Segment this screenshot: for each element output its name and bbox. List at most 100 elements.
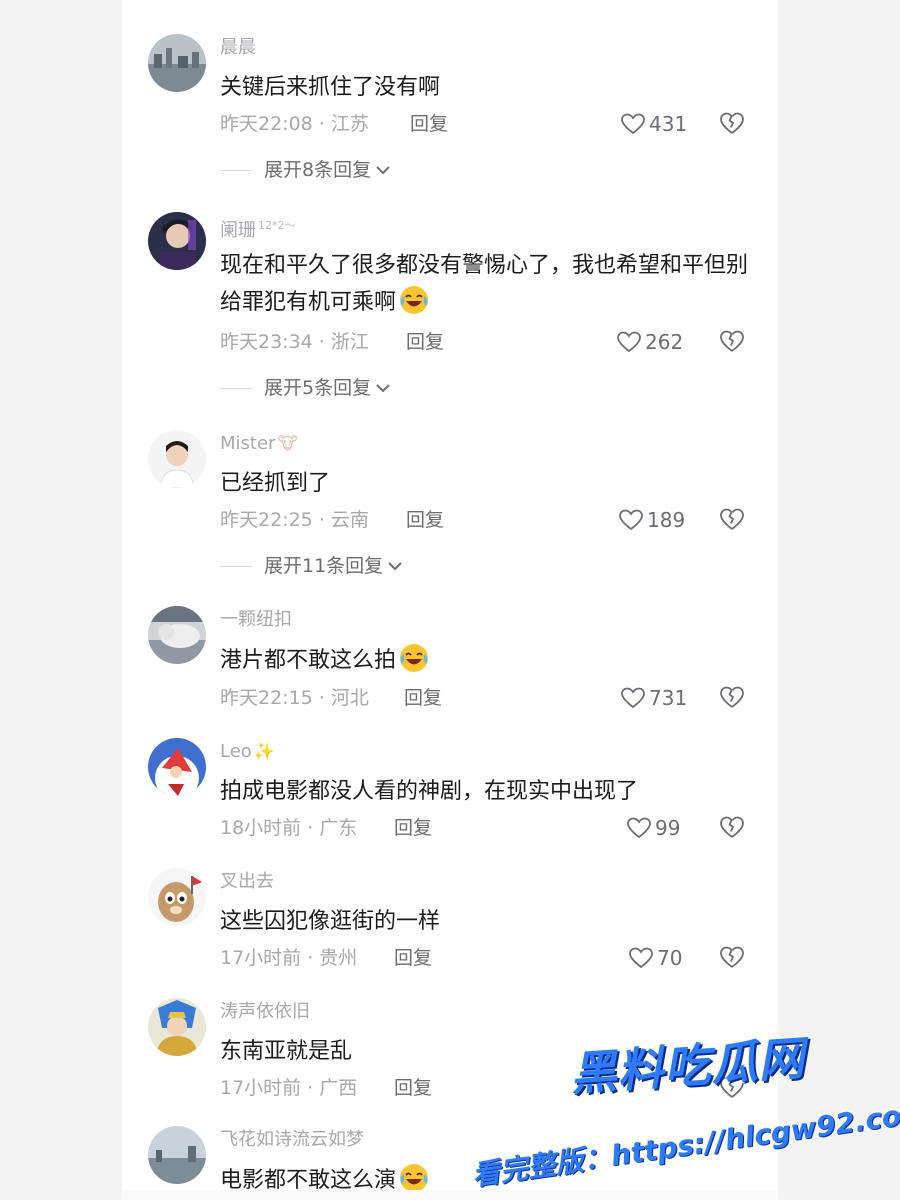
location: 云南 [330,509,369,531]
username[interactable]: Leo ✨ [220,738,275,766]
avatar[interactable] [148,606,206,664]
reply-button[interactable]: 回复 [406,506,444,534]
username[interactable]: 阑珊 12*2～ [220,212,296,241]
avatar[interactable] [148,738,206,796]
avatar[interactable] [148,998,206,1056]
like-button[interactable]: 431 [620,110,687,138]
like-count: 731 [649,686,688,710]
broken-heart-icon [720,1076,744,1098]
expand-label: 展开8条回复 [264,159,372,181]
timestamp: 昨天23:34 [220,331,313,353]
timestamp: 18小时前 [220,817,302,839]
crying-laughing-emoji [400,644,429,672]
comment-text: 拍成电影都没人看的神剧，在现实中出现了 [220,779,639,804]
location: 贵州 [319,947,358,969]
comment-text: 现在和平久了很多都没有警惕心了，我也希望和平但别给罪犯有机可乘啊 [220,253,749,315]
dislike-button[interactable] [718,328,748,356]
username[interactable]: 飞花如诗流云如梦 [220,1126,364,1154]
comment-meta: 昨天22:08 · 江苏 [220,113,369,135]
timestamp: 昨天22:25 [220,509,313,531]
reply-button[interactable]: 回复 [406,328,444,356]
heart-icon [627,817,651,839]
username[interactable]: 叉出去 [220,868,274,896]
user-badge: 12*2～ [258,219,296,232]
username[interactable]: 一颗纽扣 [220,606,292,634]
location: 广西 [319,1077,358,1099]
username[interactable]: Mister 🐮 [220,430,298,458]
comment-text: 这些囚犯像逛街的一样 [220,909,441,934]
timestamp: 昨天22:08 [220,113,313,135]
broken-heart-icon [720,816,744,838]
like-button[interactable]: 99 [626,814,680,842]
location: 河北 [330,687,369,709]
expand-replies-button[interactable]: 展开5条回复 [220,374,391,402]
comment-meta: 18小时前 · 广东 [220,817,358,839]
sparkle-emoji-icon: ✨ [253,742,275,762]
comment-meta: 17小时前 · 广西 [220,1077,358,1099]
cow-emoji-icon: 🐮 [277,434,298,454]
dislike-button[interactable] [718,110,748,138]
comment-text: 关键后来抓住了没有啊 [220,75,441,100]
avatar[interactable] [148,430,206,488]
reply-button[interactable]: 回复 [394,944,432,972]
heart-icon [629,947,653,969]
broken-heart-icon [720,686,744,708]
expand-replies-button[interactable]: 展开11条回复 [220,552,403,580]
username[interactable]: 涛声依依旧 [220,998,310,1026]
reply-button[interactable]: 回复 [394,1074,432,1102]
comment-text: 已经抓到了 [220,471,331,496]
comment-meta: 昨天23:34 · 浙江 [220,331,369,353]
comment-text: 港片都不敢这么拍 [220,642,760,679]
heart-icon [617,331,641,353]
like-count: 431 [649,112,688,136]
chevron-down-icon [376,384,390,393]
chevron-down-icon [388,562,402,571]
like-count: 262 [645,330,684,354]
like-button[interactable]: 189 [618,506,685,534]
timestamp: 昨天22:15 [220,687,313,709]
heart-icon [621,113,645,135]
avatar[interactable] [148,34,206,92]
timestamp: 17小时前 [220,1077,302,1099]
username[interactable]: 晨晨 [220,34,256,62]
comment-meta: 昨天22:15 · 河北 [220,687,369,709]
like-count: 99 [655,816,681,840]
expand-label: 展开5条回复 [264,377,372,399]
location: 江苏 [330,113,369,135]
heart-icon [619,509,643,531]
like-button[interactable]: 262 [616,328,683,356]
dislike-button[interactable] [718,506,748,534]
divider-line [220,565,252,567]
location: 广东 [319,817,358,839]
comment-meta: 昨天22:25 · 云南 [220,509,369,531]
comment-meta: 17小时前 · 贵州 [220,947,358,969]
broken-heart-icon [720,508,744,530]
broken-heart-icon [720,330,744,352]
dislike-button[interactable] [718,1074,748,1102]
like-button[interactable]: 70 [628,944,682,972]
like-button[interactable]: 731 [620,684,687,712]
like-count: 70 [657,946,683,970]
crying-laughing-emoji [400,286,429,314]
broken-heart-icon [720,112,744,134]
reply-button[interactable]: 回复 [410,110,448,138]
bottom-fade [122,1190,778,1200]
comment-panel: 晨晨 关键后来抓住了没有啊 昨天22:08 · 江苏 回复 431 展开8条回复 阑… [122,0,778,1200]
expand-replies-button[interactable]: 展开8条回复 [220,156,391,184]
reply-button[interactable]: 回复 [404,684,442,712]
heart-icon [621,687,645,709]
avatar[interactable] [148,868,206,926]
broken-heart-icon [720,946,744,968]
location: 浙江 [330,331,369,353]
dislike-button[interactable] [718,814,748,842]
timestamp: 17小时前 [220,947,302,969]
dislike-button[interactable] [718,944,748,972]
avatar[interactable] [148,1126,206,1184]
divider-line [220,169,252,171]
avatar[interactable] [148,212,206,270]
divider-line [220,387,252,389]
expand-label: 展开11条回复 [264,555,384,577]
reply-button[interactable]: 回复 [394,814,432,842]
dislike-button[interactable] [718,684,748,712]
comment-text: 东南亚就是乱 [220,1039,353,1064]
